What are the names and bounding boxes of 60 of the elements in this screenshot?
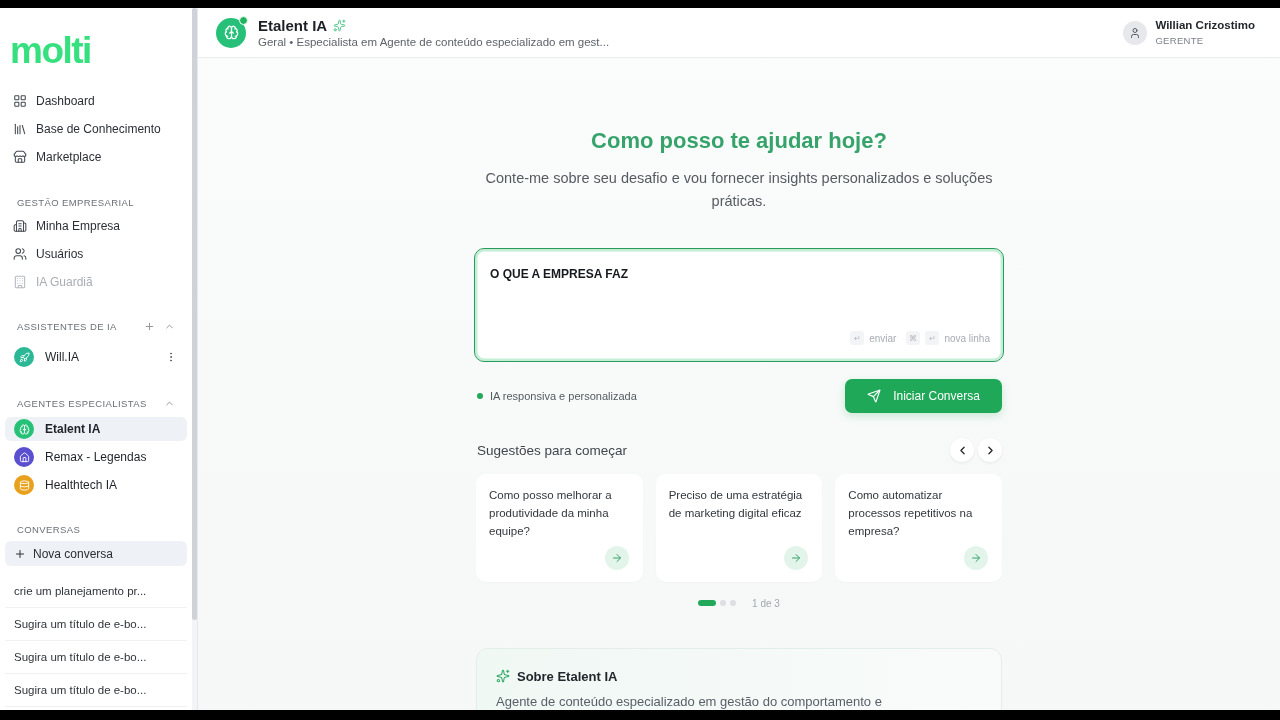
plus-icon bbox=[14, 547, 26, 560]
building-icon bbox=[13, 219, 27, 233]
books-icon bbox=[13, 122, 27, 136]
nav-item[interactable]: Marketplace bbox=[5, 143, 187, 171]
welcome-text: Conte-me sobre seu desafio e vou fornecer insights personalizados e soluções práticas. bbox=[484, 169, 994, 211]
sparkle-icon bbox=[333, 19, 347, 32]
agent-item[interactable]: Healthtech IA bbox=[5, 473, 187, 497]
suggestions-title: Sugestões para começar bbox=[476, 442, 629, 458]
nav-item[interactable]: Dashboard bbox=[5, 87, 187, 115]
nav-item[interactable]: Minha Empresa bbox=[5, 212, 187, 240]
status-dot-icon bbox=[477, 393, 483, 399]
hint-label: enviar bbox=[869, 332, 897, 344]
key-hint: ↵ bbox=[850, 331, 865, 345]
agent-item[interactable]: Remax - Legendas bbox=[5, 445, 187, 469]
plus-icon bbox=[144, 320, 155, 332]
users-icon bbox=[13, 247, 27, 261]
section-title: AGENTES ESPECIALISTAS bbox=[17, 397, 148, 409]
welcome-heading: Como posso te ajudar hoje? bbox=[590, 127, 888, 155]
suggestion-card[interactable]: Como automatizar processos repetitivos na empresa? bbox=[835, 474, 1002, 582]
arrow-right-icon bbox=[784, 546, 809, 570]
arrow-right-icon bbox=[604, 546, 629, 570]
section-title: CONVERSAS bbox=[17, 523, 82, 535]
key-hint: ⌘ bbox=[906, 331, 921, 345]
assistant-item[interactable]: Will.IA bbox=[5, 345, 187, 369]
page-indicator: 1 de 3 bbox=[752, 597, 780, 609]
next-button[interactable] bbox=[978, 438, 1002, 462]
conversation-item[interactable]: crie um planejamento pr... bbox=[5, 575, 187, 608]
key-hint: ↵ bbox=[925, 331, 940, 345]
sparkle-icon bbox=[496, 669, 510, 683]
arrow-right-icon bbox=[964, 546, 988, 570]
section-title: ASSISTENTES DE IA bbox=[17, 320, 118, 332]
previous-button[interactable] bbox=[950, 438, 974, 462]
about-text: Agente de conteúdo especializado em gestão do comportamento e bbox=[496, 694, 883, 710]
logo-text: molti bbox=[10, 33, 91, 69]
suggestion-card[interactable]: Preciso de uma estratégia de marketing digital eficaz bbox=[655, 474, 823, 582]
conversation-item[interactable]: Sugira um título de e-bo... bbox=[5, 641, 187, 674]
new-conversation-button[interactable]: Nova conversa bbox=[5, 541, 187, 566]
store-icon bbox=[13, 150, 27, 164]
user-icon[interactable] bbox=[1123, 20, 1148, 45]
conversation-item[interactable]: Sugira um título de e-bo... bbox=[5, 674, 187, 707]
brain-icon bbox=[216, 17, 246, 48]
nav-item[interactable]: Base de Conhecimento bbox=[5, 115, 187, 143]
section-title: GESTÃO EMPRESARIAL bbox=[17, 196, 135, 208]
page-dot[interactable] bbox=[720, 600, 727, 606]
user-name: Willian Crizostimo bbox=[1155, 19, 1255, 31]
user-role: GERENTE bbox=[1155, 35, 1205, 46]
page-dot[interactable] bbox=[730, 600, 737, 606]
agent-item[interactable]: Etalent IA bbox=[5, 417, 187, 441]
agent-subtitle: Geral • Especialista em Agente de conteúdo especializado em gest... bbox=[258, 36, 611, 48]
conversation-item[interactable]: Sugira um título de e-bo... bbox=[5, 608, 187, 641]
agent-title: Etalent IA bbox=[258, 17, 328, 34]
building-icon bbox=[13, 275, 27, 289]
add-button[interactable] bbox=[144, 320, 155, 332]
send-icon bbox=[867, 389, 882, 403]
suggestion-card[interactable]: Como posso melhorar a produtividade da minha equipe? bbox=[476, 474, 643, 582]
status-text: IA responsiva e personalizada bbox=[490, 390, 637, 402]
hint-label: nova linha bbox=[944, 332, 990, 344]
nav-item[interactable]: Usuários bbox=[5, 240, 187, 268]
about-title: Sobre Etalent IA bbox=[517, 668, 618, 684]
grid-icon bbox=[13, 94, 27, 108]
